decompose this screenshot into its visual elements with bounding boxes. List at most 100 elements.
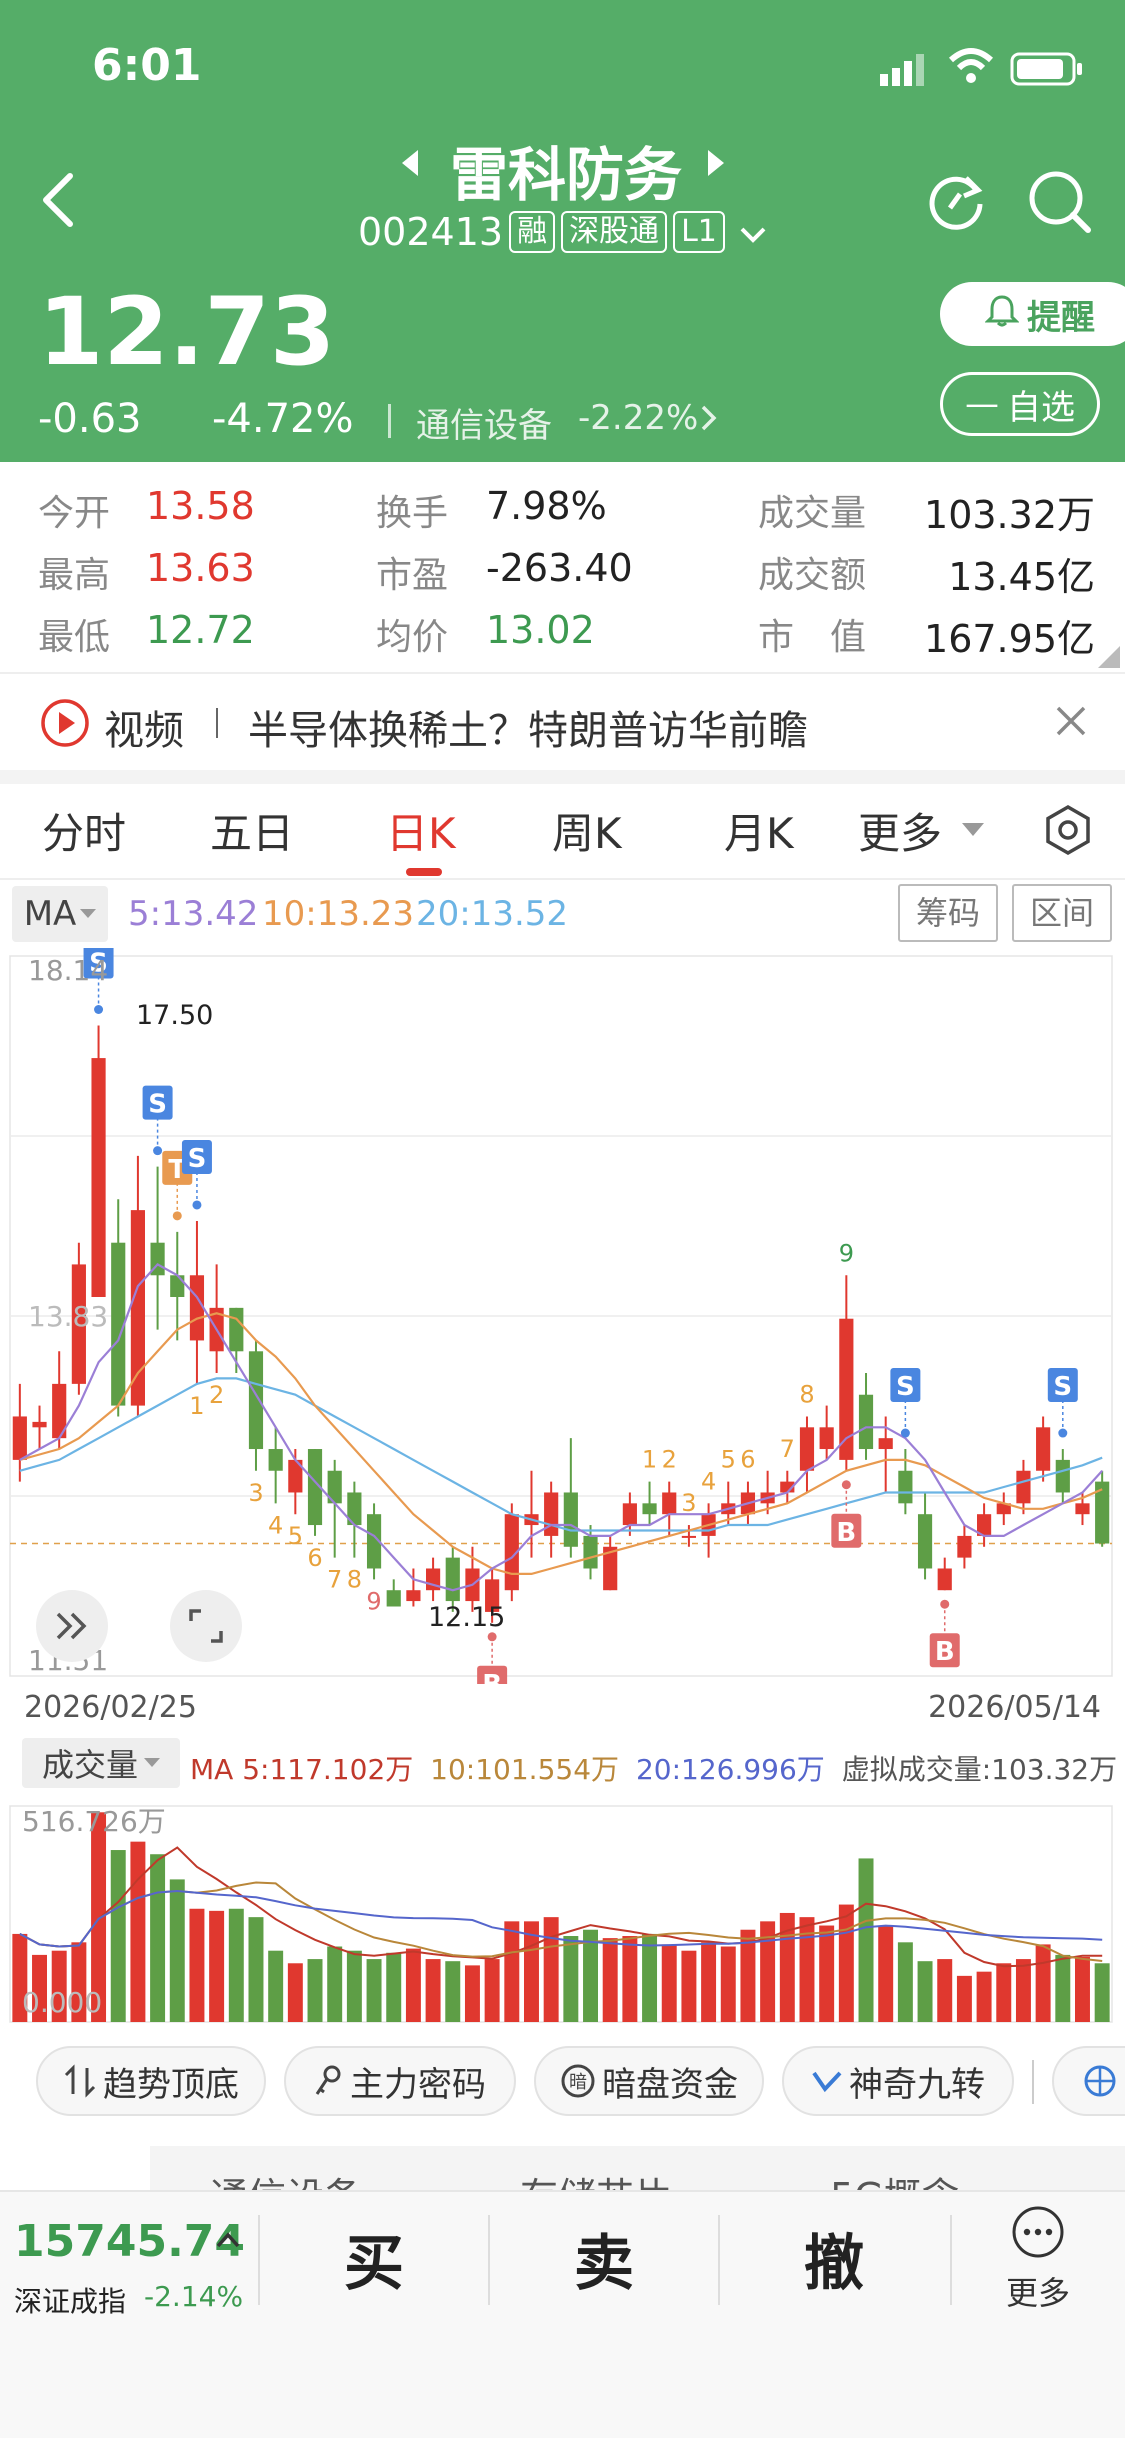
index-value[interactable]: 15745.74 [14, 2216, 245, 2267]
divider [488, 2215, 490, 2305]
y-max-label: 18.14 [28, 954, 109, 987]
candle-body [819, 1427, 834, 1450]
candle-body [32, 1421, 47, 1428]
nine-turn-count: 9 [366, 1587, 381, 1615]
volume-chart[interactable] [0, 1796, 1125, 2026]
volume-ma10: 10:101.554万 [430, 1753, 620, 1786]
chevron-right-icon[interactable] [700, 404, 718, 436]
nine-turn-count: 8 [799, 1380, 814, 1408]
volume-bar [445, 1961, 461, 2022]
volume-bar [819, 1925, 835, 2022]
nine-turn-count: 3 [248, 1479, 263, 1507]
index-name: 深证成指 [14, 2285, 127, 2318]
settings-icon[interactable] [1042, 804, 1094, 860]
trend-tool-button[interactable]: 趋势顶底 [36, 2046, 266, 2116]
stat-label: 市盈 [376, 555, 449, 596]
sector-strip-item[interactable]: 通信设备 [210, 2166, 362, 2192]
chevron-up-icon[interactable] [216, 2232, 240, 2252]
volume-bar [858, 1858, 874, 2022]
tab-five-day[interactable]: 五日 [210, 800, 294, 861]
candle-body [583, 1535, 598, 1569]
candle-body [622, 1503, 637, 1526]
expand-corner-icon[interactable] [1098, 646, 1120, 672]
chevron-down-icon[interactable] [739, 210, 767, 254]
dropdown-triangle-icon[interactable] [962, 822, 984, 841]
sell-button[interactable]: 卖 [574, 2215, 634, 2302]
nine-turn-count: 5 [721, 1446, 736, 1474]
main-force-tool-button[interactable]: 主力密码 [284, 2046, 516, 2116]
volume-bar [287, 1963, 303, 2022]
ma5-line [19, 1263, 1104, 1592]
price-change: -0.63 [38, 396, 142, 442]
sector-strip-item[interactable]: 5G概念 [830, 2166, 960, 2192]
sector-change[interactable]: -2.22% [578, 398, 698, 438]
cancel-order-button[interactable]: 撤 [804, 2215, 864, 2302]
candle-body [1075, 1503, 1090, 1515]
remind-button[interactable]: 提醒 [940, 282, 1125, 346]
tab-weekly-k[interactable]: 周K [552, 800, 622, 861]
add-watchlist-button[interactable]: — 自选 [940, 372, 1100, 436]
dark-pool-tool-button[interactable]: 暗 暗盘资金 [534, 2046, 764, 2116]
candle-body [878, 1438, 893, 1450]
refresh-icon[interactable] [926, 170, 988, 236]
news-text[interactable]: 半导体换稀土？特朗普访华前瞻 [248, 698, 808, 756]
volume-bar [405, 1948, 421, 2022]
volume-ma20: 20:126.996万 [635, 1753, 825, 1786]
stat-label: 成交额 [758, 555, 867, 596]
price-change-pct: -4.72% [212, 396, 354, 442]
nine-turn-tool-button[interactable]: 神奇九转 [782, 2046, 1014, 2116]
tab-more[interactable]: 更多 [858, 800, 942, 861]
candle-body [386, 1590, 401, 1607]
fullscreen-button[interactable] [170, 1590, 242, 1662]
ma10-value: 10:13.23 [262, 894, 415, 934]
signal-dot [841, 1480, 851, 1490]
tab-monthly-k[interactable]: 月K [724, 800, 794, 861]
chip-button[interactable]: 筹码 [898, 884, 998, 942]
more-label[interactable]: 更多 [1006, 2268, 1070, 2314]
sector-name[interactable]: 通信设备 [416, 398, 552, 447]
search-icon[interactable] [1028, 170, 1092, 238]
signal-dot [172, 1211, 182, 1221]
crosshair-icon [1084, 2065, 1116, 2097]
next-stock-icon[interactable] [706, 148, 726, 182]
tab-intraday[interactable]: 分时 [42, 800, 126, 861]
divider [258, 2215, 260, 2305]
virtual-volume[interactable]: 虚拟成交量:103.32万 [842, 1753, 1117, 1786]
volume-bar [976, 1971, 992, 2022]
candle-body [544, 1492, 559, 1536]
signal-dot [940, 1599, 950, 1609]
volume-bar [622, 1936, 638, 2022]
nine-turn-count: 5 [288, 1522, 303, 1550]
fast-forward-button[interactable] [36, 1590, 108, 1662]
more-icon[interactable] [1010, 2204, 1066, 2264]
candle-body [268, 1449, 283, 1471]
signal-dot [192, 1200, 202, 1210]
volume-selector[interactable]: 成交量 [22, 1738, 180, 1788]
candle-body [1036, 1427, 1051, 1471]
volume-bar [563, 1936, 579, 2022]
divider [0, 878, 1125, 880]
prev-stock-icon[interactable] [400, 148, 420, 182]
more-tool-button[interactable] [1052, 2046, 1125, 2116]
news-banner[interactable]: 视频 半导体换稀土？特朗普访华前瞻 [0, 674, 1125, 770]
ma-selector[interactable]: MA [12, 886, 108, 942]
volume-bar [307, 1959, 323, 2022]
sector-strip-item[interactable]: 存储芯片 [520, 2166, 672, 2192]
volume-bar [169, 1879, 185, 2022]
low-price-label: 12.15 [428, 1602, 506, 1633]
volume-bar [661, 1944, 677, 2022]
candlestick-chart[interactable]: 123456789123456789SSTSBBSBS [0, 948, 1125, 1684]
buy-button[interactable]: 买 [344, 2215, 404, 2302]
volume-ma-label: MA [190, 1753, 234, 1786]
tool-label: 趋势顶底 [103, 2064, 239, 2105]
volume-bar [189, 1908, 205, 2022]
candle-body [91, 1058, 106, 1297]
range-button[interactable]: 区间 [1012, 884, 1112, 942]
tab-daily-k[interactable]: 日K [386, 800, 456, 861]
wifi-icon [946, 46, 996, 90]
nine-turn-count: 7 [327, 1566, 342, 1594]
nine-turn-count: 2 [209, 1381, 224, 1409]
signal-dot [1058, 1428, 1068, 1438]
close-icon[interactable] [1054, 704, 1088, 742]
back-icon[interactable] [38, 172, 78, 232]
